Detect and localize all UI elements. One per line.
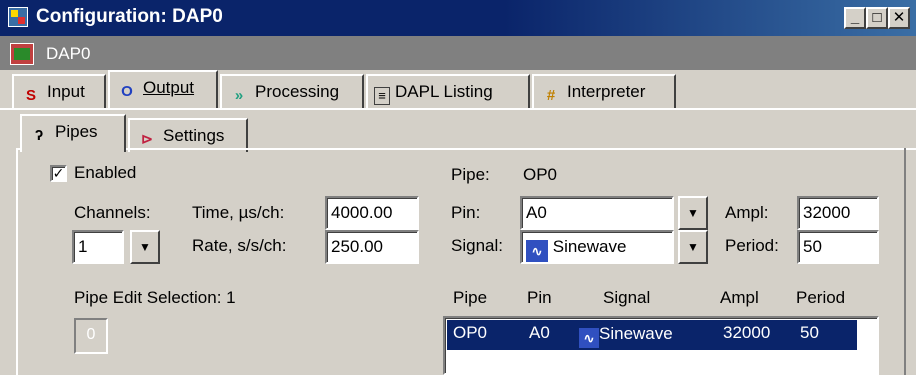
enabled-label: Enabled <box>74 163 137 182</box>
tab-settings[interactable]: ⊳ Settings <box>128 118 248 152</box>
pipe-label: Pipe: <box>451 165 490 184</box>
pin-dropdown-button[interactable]: ▼ <box>678 196 708 230</box>
tab-pipes[interactable]: ʔ Pipes <box>20 114 126 152</box>
ampl-label: Ampl: <box>725 203 769 222</box>
maximize-button[interactable]: □ <box>866 7 888 29</box>
chevron-down-icon: ▼ <box>687 206 699 220</box>
sinewave-icon: ∿ <box>526 240 548 262</box>
device-name: DAP0 <box>46 44 91 63</box>
row-pipe: OP0 <box>453 323 488 342</box>
pin-label: Pin: <box>451 203 481 222</box>
panel-edge <box>904 148 906 375</box>
channels-dropdown-button[interactable]: ▼ <box>130 230 160 264</box>
tab-processing[interactable]: » Processing <box>220 74 364 108</box>
enabled-checkbox[interactable]: ✓ <box>50 165 67 182</box>
input-icon: S <box>25 87 36 104</box>
rate-field[interactable]: 250.00 <box>325 230 419 264</box>
period-label: Period: <box>725 236 779 255</box>
signal-label: Signal: <box>451 236 503 255</box>
table-row[interactable]: OP0 A0 ∿ Sinewave 32000 50 <box>447 320 857 350</box>
window-title: Configuration: DAP0 <box>36 6 223 27</box>
tab-settings-label: Settings <box>163 126 225 145</box>
row-pin: A0 <box>529 323 550 342</box>
tab-input-label: Input <box>47 82 85 101</box>
tab-output-label: Output <box>143 78 195 97</box>
interpreter-icon: # <box>546 87 556 104</box>
tab-dapl-listing[interactable]: ≡ DAPL Listing <box>366 74 530 108</box>
ampl-field[interactable]: 32000 <box>797 196 879 230</box>
period-field[interactable]: 50 <box>797 230 879 264</box>
tab-interpreter[interactable]: # Interpreter <box>532 74 676 108</box>
signal-field[interactable]: ∿ Sinewave <box>520 230 674 264</box>
tab-interpreter-label: Interpreter <box>567 82 646 101</box>
tab-processing-label: Processing <box>255 82 340 101</box>
pipe-edit-selection-label: Pipe Edit Selection: 1 <box>74 288 236 307</box>
row-signal-cell: ∿ Sinewave <box>579 324 673 348</box>
column-header-period[interactable]: Period <box>796 288 845 308</box>
time-label: Time, µs/ch: <box>192 203 285 222</box>
minimize-button[interactable]: _ <box>844 7 866 29</box>
device-icon <box>10 43 34 65</box>
row-signal: Sinewave <box>599 324 673 343</box>
tab-dapl-listing-label: DAPL Listing <box>395 82 493 101</box>
column-header-pipe[interactable]: Pipe <box>453 288 487 308</box>
tab-input[interactable]: S Input <box>12 74 106 108</box>
device-header: DAP0 <box>0 36 916 70</box>
channels-field[interactable]: 1 <box>72 230 124 264</box>
processing-icon: » <box>234 87 244 104</box>
pin-field[interactable]: A0 <box>520 196 674 230</box>
pipe-value: OP0 <box>523 165 558 184</box>
sinewave-icon: ∿ <box>579 328 599 348</box>
output-icon: O <box>121 83 133 100</box>
app-icon[interactable] <box>8 7 28 27</box>
row-period: 50 <box>800 323 819 342</box>
column-header-ampl[interactable]: Ampl <box>720 288 759 308</box>
chevron-down-icon: ▼ <box>687 240 699 254</box>
pipe-icon: ʔ <box>34 127 44 144</box>
listing-icon: ≡ <box>374 87 390 105</box>
rate-label: Rate, s/s/ch: <box>192 236 287 255</box>
signal-value: Sinewave <box>552 237 627 256</box>
tab-pipes-label: Pipes <box>55 122 98 141</box>
close-button[interactable]: ✕ <box>888 7 910 29</box>
channels-label: Channels: <box>74 203 151 222</box>
pipe-list[interactable]: OP0 A0 ∿ Sinewave 32000 50 <box>443 316 879 375</box>
column-header-pin[interactable]: Pin <box>527 288 552 308</box>
chevron-down-icon: ▼ <box>139 240 151 254</box>
column-header-signal[interactable]: Signal <box>603 288 650 308</box>
row-ampl: 32000 <box>723 323 771 342</box>
window-title-bar[interactable]: Configuration: DAP0 _ □ ✕ <box>0 0 916 36</box>
tab-output[interactable]: O Output <box>108 70 218 108</box>
signal-dropdown-button[interactable]: ▼ <box>678 230 708 264</box>
settings-icon: ⊳ <box>140 131 154 148</box>
pipe-edit-field: 0 <box>74 318 108 354</box>
time-field[interactable]: 4000.00 <box>325 196 419 230</box>
